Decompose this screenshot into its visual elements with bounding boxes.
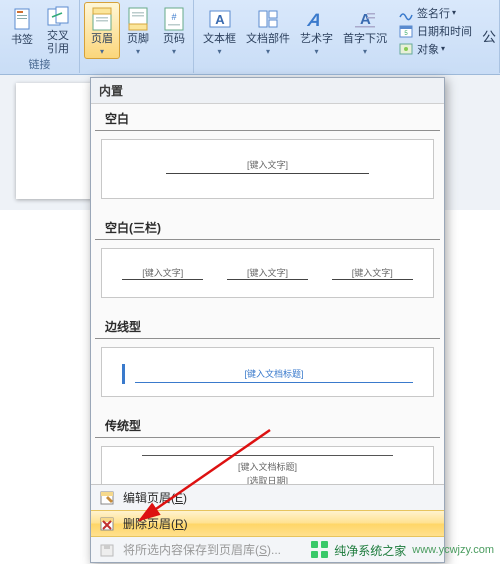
dropcap-label: 首字下沉 <box>343 33 387 46</box>
pagenum-label: 页码 <box>163 33 185 46</box>
header-label: 页眉 <box>91 33 113 46</box>
datetime-button[interactable]: 5 日期和时间 <box>396 22 474 40</box>
chevron-down-icon: ▾ <box>300 47 333 56</box>
save-icon <box>99 542 115 558</box>
dropcap-button[interactable]: A 首字下沉 ▾ <box>338 2 392 59</box>
remove-icon <box>99 516 115 532</box>
parts-label: 文档部件 <box>246 33 290 46</box>
wordart-button[interactable]: A 艺术字 ▾ <box>295 2 338 59</box>
watermark-url: www.ycwjzy.com <box>412 544 494 556</box>
preview-placeholder: [键入文档标题] <box>244 369 303 379</box>
save-to-gallery-label: 将所选内容保存到页眉库(S)... <box>123 541 281 558</box>
chevron-down-icon: ▾ <box>203 47 236 56</box>
watermark: 纯净系统之家 www.ycwjzy.com <box>310 540 494 560</box>
datetime-label: 日期和时间 <box>417 23 472 39</box>
edit-header-button[interactable]: 编辑页眉(E) <box>91 485 444 510</box>
signature-icon <box>398 5 414 21</box>
text-group-extras: 签名行 ▾ 5 日期和时间 对象 ▾ <box>392 2 478 59</box>
preview-placeholder: [键入文档标题] <box>238 462 297 472</box>
preview-placeholder: [键入文字] <box>352 268 393 278</box>
footer-icon <box>124 5 152 32</box>
crossref-label: 交叉 引用 <box>47 30 69 56</box>
ribbon-truncated: 公 <box>482 0 500 73</box>
parts-icon <box>254 5 282 32</box>
edit-icon <box>99 490 115 506</box>
footer-label: 页脚 <box>127 33 149 46</box>
links-group-label: 链接 <box>0 56 79 72</box>
gallery-section-sideline: 边线型 <box>95 312 440 339</box>
ribbon-group-links: 书签 交叉 引用 链接 <box>0 0 80 73</box>
wordart-icon: A <box>303 5 331 32</box>
gallery-item-sideline[interactable]: [键入文档标题] <box>101 347 434 397</box>
remove-header-label: 删除页眉(R) <box>123 515 188 532</box>
ribbon-group-headerfooter: 页眉 ▾ 页脚 ▾ # 页码 ▾ <box>80 0 194 73</box>
remove-header-button[interactable]: 删除页眉(R) <box>91 510 444 537</box>
chevron-down-icon: ▾ <box>125 47 151 56</box>
textbox-button[interactable]: A 文本框 ▾ <box>198 2 241 59</box>
gallery-category-header: 内置 <box>91 78 444 104</box>
document-page[interactable] <box>16 83 94 199</box>
footer-button[interactable]: 页脚 ▾ <box>120 2 156 59</box>
signature-button[interactable]: 签名行 ▾ <box>396 4 474 22</box>
header-gallery-dropdown: 内置 空白 [键入文字] 空白(三栏) [键入文字] [键入文字] [键入文字]… <box>90 77 445 563</box>
chevron-down-icon: ▾ <box>452 8 456 17</box>
preview-placeholder: [选取日期] <box>247 476 288 484</box>
signature-label: 签名行 <box>417 5 450 21</box>
object-label: 对象 <box>417 41 439 57</box>
bookmark-icon <box>8 5 36 33</box>
gallery-scroll-area[interactable]: 空白 [键入文字] 空白(三栏) [键入文字] [键入文字] [键入文字] 边线… <box>91 104 444 484</box>
gallery-section-blank3: 空白(三栏) <box>95 213 440 240</box>
gallery-item-blank[interactable]: [键入文字] <box>101 139 434 199</box>
chevron-down-icon: ▾ <box>161 47 187 56</box>
textbox-icon: A <box>206 5 234 32</box>
chevron-down-icon: ▾ <box>343 47 387 56</box>
parts-button[interactable]: 文档部件 ▾ <box>241 2 295 59</box>
pagenum-icon: # <box>160 5 188 32</box>
ribbon: 书签 交叉 引用 链接 页眉 ▾ 页脚 ▾ # <box>0 0 500 75</box>
gallery-section-blank: 空白 <box>95 104 440 131</box>
ribbon-group-text: A 文本框 ▾ 文档部件 ▾ A 艺术字 ▾ A 首字下沉 ▾ <box>194 0 500 73</box>
svg-text:A: A <box>305 10 322 30</box>
chevron-down-icon: ▾ <box>246 47 290 56</box>
watermark-logo-icon <box>310 540 330 560</box>
object-icon <box>398 41 414 57</box>
header-icon <box>88 5 116 32</box>
textbox-label: 文本框 <box>203 33 236 46</box>
edit-header-label: 编辑页眉(E) <box>123 489 187 506</box>
chevron-down-icon: ▾ <box>89 47 115 56</box>
preview-placeholder: [键入文字] <box>142 268 183 278</box>
crossref-icon <box>44 5 72 29</box>
preview-placeholder: [键入文字] <box>247 158 288 171</box>
gallery-item-blank3[interactable]: [键入文字] [键入文字] [键入文字] <box>101 248 434 298</box>
calendar-icon: 5 <box>398 23 414 39</box>
watermark-text: 纯净系统之家 <box>334 542 406 559</box>
svg-text:#: # <box>171 12 176 22</box>
gallery-section-traditional: 传统型 <box>95 411 440 438</box>
bookmark-button[interactable]: 书签 <box>4 2 40 59</box>
pagenum-button[interactable]: # 页码 ▾ <box>156 2 192 59</box>
gallery-item-traditional[interactable]: [键入文档标题] [选取日期] <box>101 446 434 484</box>
svg-text:A: A <box>215 12 225 27</box>
preview-placeholder: [键入文字] <box>247 268 288 278</box>
crossref-button[interactable]: 交叉 引用 <box>40 2 76 59</box>
dropcap-icon: A <box>351 5 379 32</box>
object-button[interactable]: 对象 ▾ <box>396 40 474 58</box>
bookmark-label: 书签 <box>11 34 33 47</box>
header-button[interactable]: 页眉 ▾ <box>84 2 120 59</box>
chevron-down-icon: ▾ <box>441 44 445 53</box>
wordart-label: 艺术字 <box>300 33 333 46</box>
